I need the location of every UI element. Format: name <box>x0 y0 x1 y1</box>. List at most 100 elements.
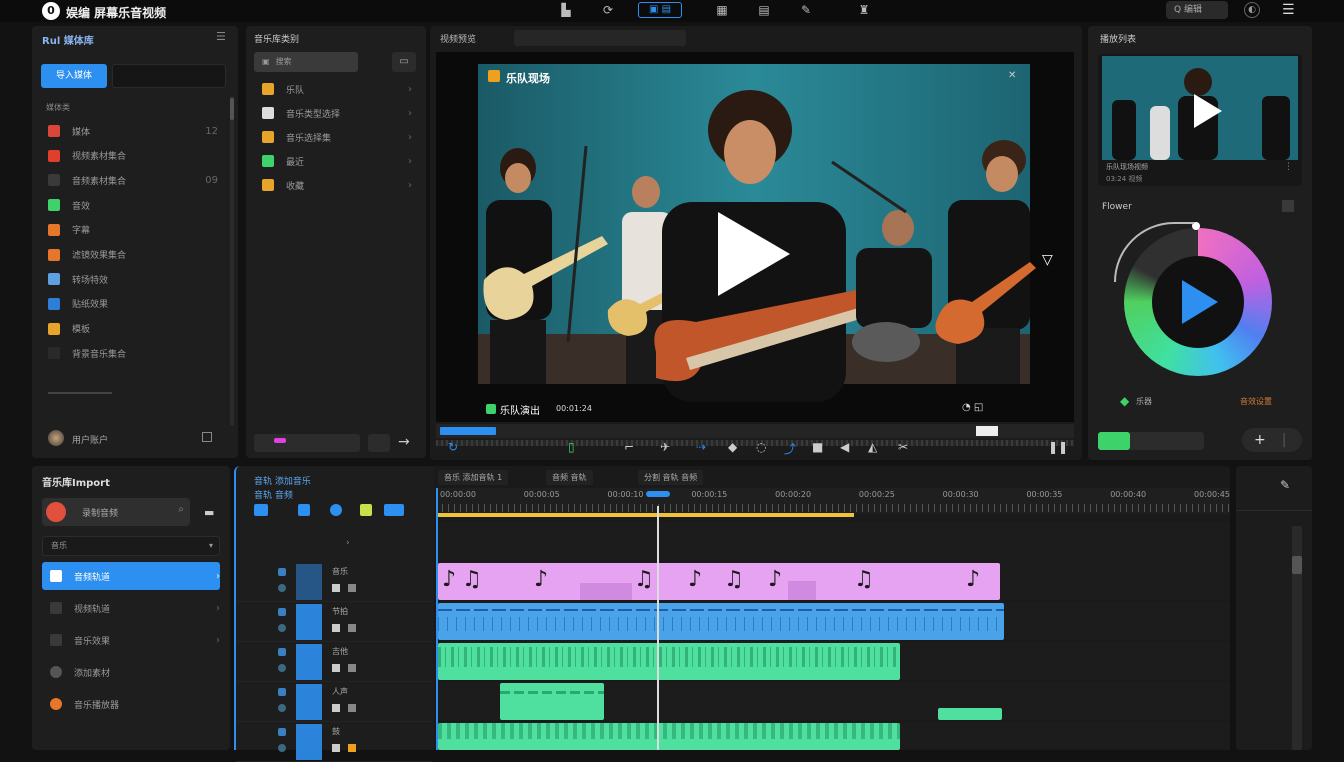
thumbnail-play-icon[interactable] <box>1194 94 1222 128</box>
media-list-item[interactable]: 贴纸效果 <box>48 293 218 315</box>
music-category-item[interactable]: 音乐选择集 › <box>262 126 412 148</box>
import-list-item[interactable]: 音乐播放器 <box>42 690 220 718</box>
avatar[interactable] <box>48 430 64 446</box>
track-lock-icon[interactable] <box>278 568 286 576</box>
square-icon[interactable]: ◌ <box>756 440 766 454</box>
refresh-icon[interactable]: ⟳ <box>600 2 616 18</box>
track-visibility-icon[interactable] <box>278 624 286 632</box>
track-visibility-icon[interactable] <box>278 664 286 672</box>
drums-clip[interactable] <box>438 723 900 750</box>
media-list-item[interactable]: 字幕 <box>48 219 218 241</box>
timeline-ruler[interactable]: 00:00:00 00:00:05 00:00:10 00:00:15 00:00:20… <box>436 488 1230 514</box>
folder-icon[interactable]: ▤ <box>756 2 772 18</box>
track-header[interactable]: 人声 <box>236 682 432 722</box>
effects-settings-icon[interactable] <box>1282 200 1294 212</box>
media-list-item[interactable]: 音效 <box>48 194 218 216</box>
track-lock-icon[interactable] <box>278 608 286 616</box>
music-search-input[interactable]: ▣ 搜索 <box>254 52 358 72</box>
track-header[interactable]: 音乐 <box>236 562 432 602</box>
track-visibility-icon[interactable] <box>278 744 286 752</box>
track-mute-icon[interactable] <box>348 744 356 752</box>
collapse-icon[interactable]: › <box>346 538 350 548</box>
play-icon[interactable] <box>718 212 790 296</box>
track-lock-icon[interactable] <box>278 648 286 656</box>
music-category-item[interactable]: 最近 › <box>262 150 412 172</box>
music-clip[interactable]: ♪ ♫ ♪ ♫ ♪ ♫ ♪ ♫ ♪ <box>438 563 1000 600</box>
mini-button[interactable] <box>368 434 390 452</box>
media-scrollbar[interactable] <box>230 96 234 426</box>
pause-icon[interactable]: ◭ <box>868 440 877 454</box>
track-visibility-icon[interactable] <box>278 704 286 712</box>
tool-select-icon[interactable] <box>254 504 268 516</box>
add-button[interactable]: + | <box>1242 428 1302 452</box>
track-visibility-icon[interactable] <box>278 584 286 592</box>
playlist-thumbnail[interactable]: 乐队现场视频 03:24 视频 ⋮ <box>1098 54 1302 186</box>
folder-button[interactable]: ▭ <box>392 52 416 72</box>
vocal-clip-2[interactable] <box>938 708 1002 720</box>
camera-icon[interactable]: ▣ ▤ <box>638 2 682 18</box>
search-button[interactable]: Q 编辑 <box>1166 1 1228 19</box>
menu-icon[interactable]: ☰ <box>1282 2 1295 18</box>
cut-icon[interactable]: ◀ <box>840 440 849 454</box>
split-icon[interactable]: ⌐ <box>624 440 634 454</box>
track-solo-icon[interactable] <box>332 664 340 672</box>
import-list-item[interactable]: 音乐效果 › <box>42 626 220 654</box>
close-icon[interactable]: ✕ <box>1008 70 1016 81</box>
guitar-clip[interactable] <box>438 643 900 680</box>
preview-tab-field[interactable] <box>514 30 686 46</box>
track-solo-icon[interactable] <box>332 704 340 712</box>
pause-icon-2[interactable]: ✂ <box>898 440 908 454</box>
grid-icon[interactable]: ▦ <box>714 2 730 18</box>
music-category-item[interactable]: 音乐类型选择 › <box>262 102 412 124</box>
scissors-icon[interactable]: ▯ <box>568 440 575 454</box>
media-list-item[interactable]: 模板 <box>48 318 218 340</box>
export-icon[interactable]: ❚❚ <box>1048 440 1068 454</box>
record-folder-icon[interactable]: ▬ <box>204 506 214 519</box>
user-settings-icon[interactable] <box>202 432 212 442</box>
track-header[interactable]: 节拍 <box>236 602 432 642</box>
media-list-item[interactable]: 媒体 12 <box>48 120 218 142</box>
track-mute-icon[interactable] <box>348 584 356 592</box>
arrow-icon[interactable]: ◆ <box>728 440 737 454</box>
speaker-icon[interactable]: ■ <box>812 440 823 454</box>
add-media-field[interactable] <box>254 434 360 452</box>
doc-icon[interactable]: ▙ <box>558 2 574 18</box>
playhead-handle[interactable] <box>646 491 670 497</box>
chevron-down-icon[interactable]: ▽ <box>1042 252 1053 268</box>
level-bar[interactable] <box>1098 432 1204 450</box>
forward-arrow-icon[interactable]: → <box>398 434 410 450</box>
tool-zoom-icon[interactable] <box>384 504 404 516</box>
help-icon[interactable]: ◐ <box>1244 2 1260 18</box>
music-dropdown[interactable]: 音乐 ▾ <box>42 536 220 556</box>
edit-icon[interactable]: ✎ <box>798 2 814 18</box>
track-solo-icon[interactable] <box>332 624 340 632</box>
timeline-tab[interactable]: 分割 音轨 音频 <box>638 470 704 485</box>
rewind-icon[interactable]: ↻ <box>448 440 458 454</box>
media-list-item[interactable]: 视频素材集合 <box>48 145 218 167</box>
drop-icon[interactable]: ✈ <box>660 440 670 454</box>
tool-snap-icon[interactable] <box>360 504 372 516</box>
track-mute-icon[interactable] <box>348 624 356 632</box>
media-list-item[interactable]: 转场特效 <box>48 268 218 290</box>
vocal-clip[interactable] <box>500 683 604 720</box>
beat-clip[interactable] <box>438 603 1004 640</box>
track-mute-icon[interactable] <box>348 664 356 672</box>
volume-icon[interactable]: ⤴ <box>784 440 796 457</box>
user-icon[interactable]: ♜ <box>856 2 872 18</box>
vertical-scroll-thumb[interactable] <box>1292 556 1302 574</box>
media-list-item[interactable]: 背景音乐集合 <box>48 342 218 364</box>
import-list-item[interactable]: 视频轨道 › <box>42 594 220 622</box>
tool-link-icon[interactable] <box>330 504 342 516</box>
timeline-tab[interactable]: 音频 音轨 <box>546 470 593 485</box>
video-frame[interactable]: 乐队现场 ✕ ▽ 乐队演出 00:01:24 ◔ ◱ <box>436 52 1074 422</box>
track-solo-icon[interactable] <box>332 584 340 592</box>
track-mute-icon[interactable] <box>348 704 356 712</box>
music-category-item[interactable]: 收藏 › <box>262 174 412 196</box>
side-edit-icon[interactable]: ✎ <box>1280 478 1290 492</box>
import-list-item[interactable]: 添加素材 <box>42 658 220 686</box>
loop-icon[interactable]: ⇢ <box>696 440 706 454</box>
track-header[interactable]: 鼓 <box>236 722 432 762</box>
music-category-item[interactable]: 乐队 › <box>262 78 412 100</box>
record-button[interactable]: 录制音频 ⌕ <box>42 498 190 526</box>
import-list-item[interactable]: 音频轨道 › <box>42 562 220 590</box>
